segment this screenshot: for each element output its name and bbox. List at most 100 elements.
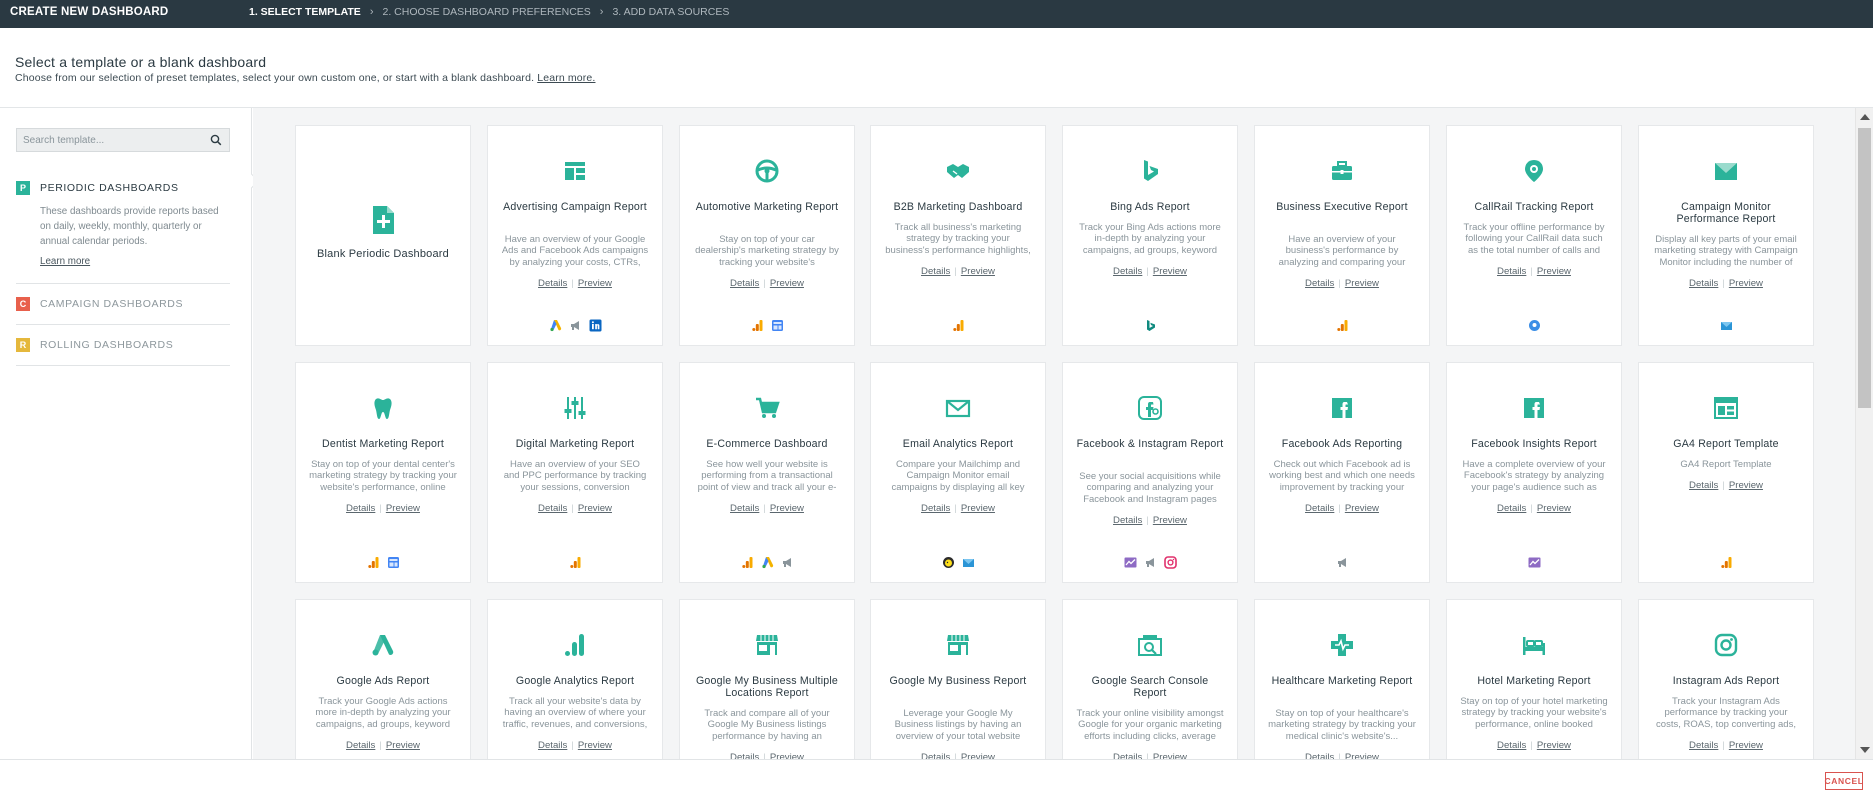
cancel-button[interactable]: CANCEL <box>1825 772 1863 790</box>
map-pin-icon <box>1525 160 1543 182</box>
card-description: Display all key parts of your email mark… <box>1654 234 1798 269</box>
preview-link[interactable]: Preview <box>574 278 616 289</box>
template-card[interactable]: Advertising Campaign Report Have an over… <box>488 126 662 345</box>
preview-link[interactable]: Preview <box>1725 278 1767 289</box>
template-card[interactable]: Google Search Console Report Track your … <box>1063 600 1237 759</box>
scroll-up-arrow-icon[interactable] <box>1860 114 1870 120</box>
card-title: Blank Periodic Dashboard <box>317 248 449 260</box>
details-link[interactable]: Details <box>1493 740 1530 751</box>
preview-link[interactable]: Preview <box>1341 278 1383 289</box>
template-card[interactable]: Automotive Marketing Report Stay on top … <box>680 126 854 345</box>
search-icon[interactable] <box>210 134 222 146</box>
category-rolling[interactable]: R ROLLING DASHBOARDS <box>16 337 230 353</box>
category-periodic[interactable]: P PERIODIC DASHBOARDS These dashboards p… <box>16 180 230 269</box>
details-link[interactable]: Details <box>726 503 763 514</box>
preview-link[interactable]: Preview <box>1725 740 1767 751</box>
template-card-blank[interactable]: Blank Periodic Dashboard <box>296 126 470 345</box>
template-card[interactable]: Instagram Ads Report Track your Instagra… <box>1639 600 1813 759</box>
preview-link[interactable]: Preview <box>574 503 616 514</box>
template-card[interactable]: Email Analytics Report Compare your Mail… <box>871 363 1045 582</box>
preview-link[interactable]: Preview <box>1533 740 1575 751</box>
details-link[interactable]: Details <box>534 740 571 751</box>
template-card[interactable]: CallRail Tracking Report Track your offl… <box>1447 126 1621 345</box>
scrollbar[interactable] <box>1855 108 1873 759</box>
wizard-steps: 1. SELECT TEMPLATE › 2. CHOOSE DASHBOARD… <box>249 6 729 18</box>
scroll-thumb[interactable] <box>1858 128 1871 408</box>
details-link[interactable]: Details <box>534 278 571 289</box>
template-card[interactable]: Google Analytics Report Track all your w… <box>488 600 662 759</box>
details-link[interactable]: Details <box>917 266 954 277</box>
data-source-icons <box>1639 556 1813 569</box>
preview-link[interactable]: Preview <box>766 278 808 289</box>
preview-link[interactable]: Preview <box>957 266 999 277</box>
details-link[interactable]: Details <box>726 752 763 759</box>
template-card[interactable]: Hotel Marketing Report Stay on top of yo… <box>1447 600 1621 759</box>
template-card[interactable]: Facebook & Instagram Report See your soc… <box>1063 363 1237 582</box>
template-card[interactable]: Google My Business Report Leverage your … <box>871 600 1045 759</box>
preview-link[interactable]: Preview <box>766 503 808 514</box>
details-link[interactable]: Details <box>1493 503 1530 514</box>
details-link[interactable]: Details <box>1301 752 1338 759</box>
template-card[interactable]: Dentist Marketing Report Stay on top of … <box>296 363 470 582</box>
details-link[interactable]: Details <box>1301 278 1338 289</box>
details-link[interactable]: Details <box>1685 480 1722 491</box>
category-learn-more-link[interactable]: Learn more <box>40 256 90 267</box>
learn-more-link[interactable]: Learn more. <box>537 72 595 84</box>
template-card[interactable]: GA4 Report Template GA4 Report Template … <box>1639 363 1813 582</box>
details-link[interactable]: Details <box>1301 503 1338 514</box>
template-card[interactable]: Google Ads Report Track your Google Ads … <box>296 600 470 759</box>
template-card[interactable]: Bing Ads Report Track your Bing Ads acti… <box>1063 126 1237 345</box>
steering-wheel-icon <box>755 159 779 183</box>
template-card[interactable]: Facebook Ads Reporting Check out which F… <box>1255 363 1429 582</box>
details-link[interactable]: Details <box>1685 278 1722 289</box>
preview-link[interactable]: Preview <box>382 503 424 514</box>
template-card[interactable]: B2B Marketing Dashboard Track all busine… <box>871 126 1045 345</box>
card-title: Business Executive Report <box>1276 201 1408 213</box>
preview-link[interactable]: Preview <box>1149 266 1191 277</box>
preview-link[interactable]: Preview <box>1533 503 1575 514</box>
details-link[interactable]: Details <box>1109 515 1146 526</box>
step-dashboard-preferences[interactable]: 2. CHOOSE DASHBOARD PREFERENCES <box>383 6 591 18</box>
card-title: Bing Ads Report <box>1110 201 1190 213</box>
details-link[interactable]: Details <box>726 278 763 289</box>
template-card[interactable]: Business Executive Report Have an overvi… <box>1255 126 1429 345</box>
template-card[interactable]: Facebook Insights Report Have a complete… <box>1447 363 1621 582</box>
preview-link[interactable]: Preview <box>1341 752 1383 759</box>
details-link[interactable]: Details <box>1109 266 1146 277</box>
preview-link[interactable]: Preview <box>1533 266 1575 277</box>
card-links: Details | Preview <box>296 503 470 514</box>
step-select-template[interactable]: 1. SELECT TEMPLATE <box>249 6 361 18</box>
details-link[interactable]: Details <box>1493 266 1530 277</box>
details-link[interactable]: Details <box>917 752 954 759</box>
details-link[interactable]: Details <box>1109 752 1146 759</box>
search-input[interactable] <box>23 132 203 148</box>
preview-link[interactable]: Preview <box>1149 515 1191 526</box>
preview-link[interactable]: Preview <box>382 740 424 751</box>
step-add-data-sources[interactable]: 3. ADD DATA SOURCES <box>612 6 729 18</box>
card-title: Advertising Campaign Report <box>503 201 647 213</box>
preview-link[interactable]: Preview <box>1341 503 1383 514</box>
data-source-icons <box>1255 319 1429 332</box>
details-link[interactable]: Details <box>342 740 379 751</box>
preview-link[interactable]: Preview <box>957 752 999 759</box>
preview-link[interactable]: Preview <box>957 503 999 514</box>
details-link[interactable]: Details <box>534 503 571 514</box>
template-card[interactable]: Healthcare Marketing Report Stay on top … <box>1255 600 1429 759</box>
details-link[interactable]: Details <box>917 503 954 514</box>
category-campaign[interactable]: C CAMPAIGN DASHBOARDS <box>16 296 230 312</box>
card-title: Google Search Console Report <box>1091 675 1209 699</box>
megaphone-icon <box>782 558 791 567</box>
preview-link[interactable]: Preview <box>766 752 808 759</box>
details-link[interactable]: Details <box>342 503 379 514</box>
details-link[interactable]: Details <box>1685 740 1722 751</box>
template-card[interactable]: E-Commerce Dashboard See how well your w… <box>680 363 854 582</box>
preview-link[interactable]: Preview <box>1725 480 1767 491</box>
template-card[interactable]: Google My Business Multiple Locations Re… <box>680 600 854 759</box>
preview-link[interactable]: Preview <box>574 740 616 751</box>
bed-icon <box>1523 637 1545 655</box>
scroll-down-arrow-icon[interactable] <box>1860 747 1870 753</box>
template-card[interactable]: Campaign Monitor Performance Report Disp… <box>1639 126 1813 345</box>
template-card[interactable]: Digital Marketing Report Have an overvie… <box>488 363 662 582</box>
preview-link[interactable]: Preview <box>1149 752 1191 759</box>
category-divider <box>16 283 230 284</box>
